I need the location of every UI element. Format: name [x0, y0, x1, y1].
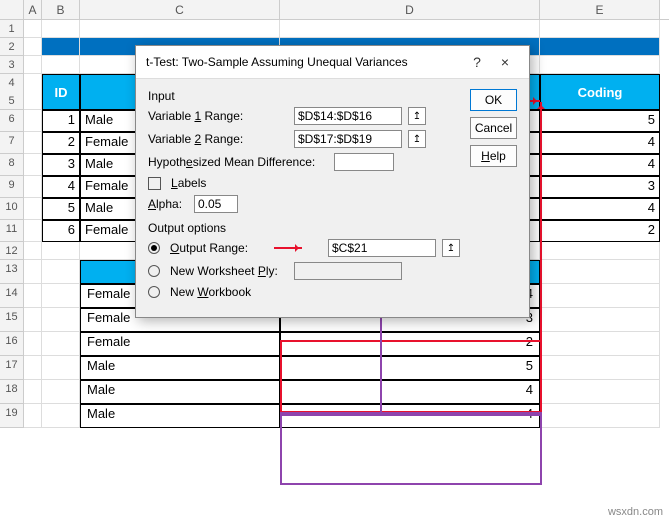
cell-id[interactable]: 2 [42, 132, 80, 154]
dialog-titlebar[interactable]: t-Test: Two-Sample Assuming Unequal Vari… [136, 46, 529, 79]
row-header[interactable]: 13 [0, 260, 24, 284]
row-header[interactable]: 3 [0, 56, 24, 74]
var2-label: Variable 2 Range: [148, 132, 288, 146]
cell-coding[interactable]: 5 [540, 110, 660, 132]
output-range-radio[interactable] [148, 242, 160, 254]
input-section-label: Input [148, 89, 460, 103]
cell-id[interactable]: 4 [42, 176, 80, 198]
hyp-mean-input[interactable] [334, 153, 394, 171]
row-header[interactable]: 19 [0, 404, 24, 428]
new-workbook-label: New Workbook [170, 285, 310, 299]
new-worksheet-radio[interactable] [148, 265, 160, 277]
var2-range-input[interactable] [294, 130, 402, 148]
var1-label: Variable 1 Range: [148, 109, 288, 123]
row-header[interactable]: 18 [0, 380, 24, 404]
new-worksheet-label: New Worksheet Ply: [170, 264, 288, 278]
output-range-input[interactable] [328, 239, 436, 257]
col-header-a[interactable]: A [24, 0, 42, 19]
col-header-c[interactable]: C [80, 0, 280, 19]
row-header[interactable]: 15 [0, 308, 24, 332]
watermark: wsxdn.com [608, 506, 663, 518]
help-button[interactable]: Help [470, 145, 517, 167]
cell-coding[interactable]: 4 [540, 154, 660, 176]
labels-checkbox[interactable] [148, 177, 161, 190]
close-icon[interactable]: × [491, 54, 519, 70]
cell-gender[interactable]: Male [80, 380, 280, 404]
cell-gender[interactable]: Male [80, 404, 280, 428]
row-header[interactable]: 6 [0, 110, 24, 132]
col-header-d[interactable]: D [280, 0, 540, 19]
output-section-label: Output options [148, 221, 460, 235]
highlight-d14-d16 [280, 340, 542, 413]
row-header[interactable]: 9 [0, 176, 24, 198]
new-workbook-radio[interactable] [148, 286, 160, 298]
row-header[interactable]: 7 [0, 132, 24, 154]
cell-id[interactable]: 6 [42, 220, 80, 242]
output-range-label: Output Range: [170, 241, 288, 255]
cancel-button[interactable]: Cancel [470, 117, 517, 139]
cell-coding[interactable]: 4 [540, 132, 660, 154]
range-picker-icon[interactable]: ↥ [442, 239, 460, 257]
row-header[interactable]: 8 [0, 154, 24, 176]
row-header[interactable]: 17 [0, 356, 24, 380]
table-header-coding: Coding [540, 74, 660, 110]
new-worksheet-input [294, 262, 402, 280]
row-header[interactable]: 45 [0, 74, 24, 110]
row-header[interactable]: 12 [0, 242, 24, 260]
cell-gender[interactable]: Female [80, 332, 280, 356]
range-picker-icon[interactable]: ↥ [408, 107, 426, 125]
cell-id[interactable]: 5 [42, 198, 80, 220]
ttest-dialog: t-Test: Two-Sample Assuming Unequal Vari… [135, 45, 530, 318]
table-header-id: ID [42, 74, 80, 110]
cell-id[interactable]: 1 [42, 110, 80, 132]
corner-cell [0, 0, 24, 19]
column-headers: A B C D E [0, 0, 669, 20]
ok-button[interactable]: OK [470, 89, 517, 111]
hyp-mean-label: Hypothesized Mean Difference: [148, 155, 328, 169]
highlight-d17-d19 [280, 412, 542, 485]
row-header[interactable]: 10 [0, 198, 24, 220]
arrow-purple-h [282, 414, 542, 416]
arrow-red-var1 [540, 102, 542, 342]
col-header-e[interactable]: E [540, 0, 660, 19]
alpha-input[interactable] [194, 195, 238, 213]
range-picker-icon[interactable]: ↥ [408, 130, 426, 148]
cell-coding[interactable]: 3 [540, 176, 660, 198]
row-header[interactable]: 16 [0, 332, 24, 356]
help-icon[interactable]: ? [463, 54, 491, 70]
row-header[interactable]: 14 [0, 284, 24, 308]
labels-label: Labels [171, 176, 311, 190]
dialog-title: t-Test: Two-Sample Assuming Unequal Vari… [146, 55, 463, 69]
var1-range-input[interactable] [294, 107, 402, 125]
col-header-b[interactable]: B [42, 0, 80, 19]
cell-id[interactable]: 3 [42, 154, 80, 176]
alpha-label: Alpha: [148, 197, 188, 211]
row-header[interactable]: 11 [0, 220, 24, 242]
cell-coding[interactable]: 2 [540, 220, 660, 242]
arrow-icon [274, 247, 302, 249]
row-header[interactable]: 1 [0, 20, 24, 38]
cell-gender[interactable]: Male [80, 356, 280, 380]
cell-coding[interactable]: 4 [540, 198, 660, 220]
row-header[interactable]: 2 [0, 38, 24, 56]
